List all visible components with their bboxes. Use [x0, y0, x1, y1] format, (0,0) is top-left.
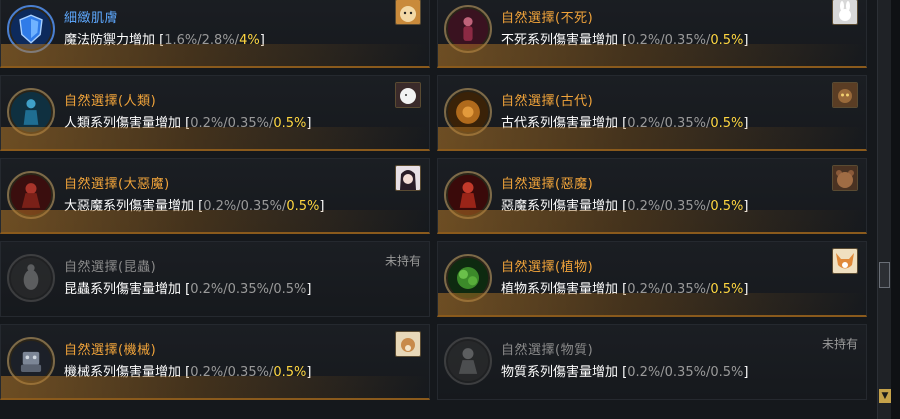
skill-title: 自然選擇(昆蟲) [64, 260, 157, 275]
scroll-down-arrow-icon[interactable]: ▼ [879, 389, 891, 403]
machine-icon [7, 337, 55, 385]
demon-icon [444, 171, 492, 219]
not-owned-label: 未持有 [384, 254, 421, 268]
skill-description: 大惡魔系列傷害量增加 [0.2%/0.35%/0.5%] [64, 199, 325, 214]
skill-grid: 細緻肌膚 魔法防禦力增加 [1.6%/2.8%/4%] 自然選擇(不死) 不死系… [0, 0, 870, 419]
skill-description: 古代系列傷害量增加 [0.2%/0.35%/0.5%] [501, 116, 749, 131]
ancient-icon [444, 88, 492, 136]
squirrel-portrait [395, 331, 421, 357]
skill-card-human[interactable]: 自然選擇(人類) 人類系列傷害量增加 [0.2%/0.35%/0.5%] [0, 75, 430, 151]
skill-title: 自然選擇(人類) [64, 94, 157, 109]
skill-title: 自然選擇(機械) [64, 343, 157, 358]
window-edge [891, 0, 900, 419]
skill-title: 自然選擇(植物) [501, 260, 594, 275]
skill-card-matter[interactable]: 自然選擇(物質) 物質系列傷害量增加 [0.2%/0.35%/0.5%] 未持有 [437, 324, 867, 400]
scrollbar-thumb[interactable] [879, 262, 890, 288]
girl-portrait [395, 165, 421, 191]
undead-icon [444, 5, 492, 53]
skill-card-demon[interactable]: 自然選擇(惡魔) 惡魔系列傷害量增加 [0.2%/0.35%/0.5%] [437, 158, 867, 234]
plant-icon [444, 254, 492, 302]
fox-portrait [832, 248, 858, 274]
vertical-scrollbar[interactable]: ▼ [877, 0, 892, 419]
archdemon-icon [7, 171, 55, 219]
matter-icon [444, 337, 492, 385]
hamster-portrait [395, 0, 421, 25]
skill-card-ancient[interactable]: 自然選擇(古代) 古代系列傷害量增加 [0.2%/0.35%/0.5%] [437, 75, 867, 151]
skill-title: 自然選擇(古代) [501, 94, 594, 109]
skill-description: 物質系列傷害量增加 [0.2%/0.35%/0.5%] [501, 365, 749, 380]
skill-description: 人類系列傷害量增加 [0.2%/0.35%/0.5%] [64, 116, 312, 131]
skill-card-archdemon[interactable]: 自然選擇(大惡魔) 大惡魔系列傷害量增加 [0.2%/0.35%/0.5%] [0, 158, 430, 234]
skill-title: 自然選擇(不死) [501, 11, 594, 26]
bear-portrait [832, 165, 858, 191]
human-icon [7, 88, 55, 136]
skill-description: 昆蟲系列傷害量增加 [0.2%/0.35%/0.5%] [64, 282, 312, 297]
skill-card-machine[interactable]: 自然選擇(機械) 機械系列傷害量增加 [0.2%/0.35%/0.5%] [0, 324, 430, 400]
skill-card-insect[interactable]: 自然選擇(昆蟲) 昆蟲系列傷害量增加 [0.2%/0.35%/0.5%] 未持有 [0, 241, 430, 317]
skill-title: 自然選擇(大惡魔) [64, 177, 170, 192]
skill-description: 魔法防禦力增加 [1.6%/2.8%/4%] [64, 33, 265, 48]
white-pet-portrait [395, 82, 421, 108]
skill-description: 不死系列傷害量增加 [0.2%/0.35%/0.5%] [501, 33, 749, 48]
skill-card-magic-defense[interactable]: 細緻肌膚 魔法防禦力增加 [1.6%/2.8%/4%] [0, 0, 430, 68]
skill-card-undead[interactable]: 自然選擇(不死) 不死系列傷害量增加 [0.2%/0.35%/0.5%] [437, 0, 867, 68]
skill-description: 植物系列傷害量增加 [0.2%/0.35%/0.5%] [501, 282, 749, 297]
insect-icon [7, 254, 55, 302]
shield-icon [7, 5, 55, 53]
not-owned-label: 未持有 [821, 337, 858, 351]
skill-title: 細緻肌膚 [64, 11, 119, 26]
skill-title: 自然選擇(物質) [501, 343, 594, 358]
skill-title: 自然選擇(惡魔) [501, 177, 594, 192]
skill-description: 惡魔系列傷害量增加 [0.2%/0.35%/0.5%] [501, 199, 749, 214]
skill-description: 機械系列傷害量增加 [0.2%/0.35%/0.5%] [64, 365, 312, 380]
owl-portrait [832, 82, 858, 108]
rabbit-portrait [832, 0, 858, 25]
skill-card-plant[interactable]: 自然選擇(植物) 植物系列傷害量增加 [0.2%/0.35%/0.5%] [437, 241, 867, 317]
